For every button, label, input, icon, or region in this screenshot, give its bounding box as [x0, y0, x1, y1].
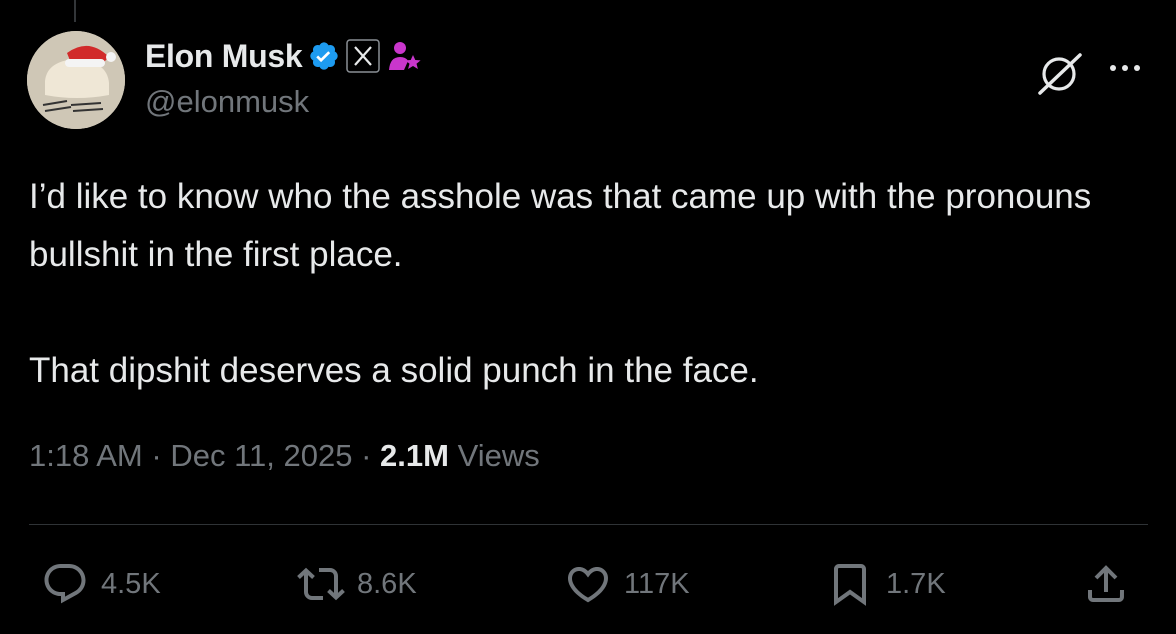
avatar-image: [27, 31, 125, 129]
tweet-actions-bar: 4.5K 8.6K 117K 1.7K: [0, 556, 1176, 612]
reply-count: 4.5K: [101, 567, 161, 600]
verified-checkmark-icon[interactable]: [308, 40, 340, 72]
tweet-paragraph: That dipshit deserves a solid punch in t…: [29, 351, 759, 390]
share-button[interactable]: [1082, 556, 1130, 612]
meta-separator: ·: [151, 438, 162, 473]
tweet-text: I’d like to know who the asshole was tha…: [29, 168, 1149, 400]
heart-icon: [567, 567, 609, 603]
like-count: 117K: [624, 567, 690, 600]
repost-count: 8.6K: [357, 567, 417, 600]
avatar[interactable]: [27, 31, 125, 129]
reply-icon: [44, 564, 86, 604]
bookmark-icon: [834, 564, 866, 606]
divider: [29, 524, 1148, 525]
reply-button[interactable]: 4.5K: [41, 556, 161, 612]
views-count[interactable]: 2.1M: [380, 438, 449, 473]
bookmark-button[interactable]: 1.7K: [826, 556, 946, 612]
share-icon: [1088, 565, 1124, 602]
views-label[interactable]: Views: [458, 438, 540, 473]
tweet-time[interactable]: 1:18 AM: [29, 438, 143, 473]
more-dots-icon[interactable]: [1106, 56, 1146, 85]
like-button[interactable]: 117K: [564, 556, 690, 612]
repost-button[interactable]: 8.6K: [297, 556, 417, 612]
repost-icon: [297, 567, 345, 601]
author-display-name[interactable]: Elon Musk: [145, 38, 303, 75]
tweet-metadata: 1:18 AM · Dec 11, 2025 · 2.1M Views: [29, 438, 540, 474]
bookmark-count: 1.7K: [886, 567, 946, 600]
tweet-date[interactable]: Dec 11, 2025: [170, 438, 352, 473]
tweet-paragraph: I’d like to know who the asshole was tha…: [29, 177, 1092, 274]
user-star-icon[interactable]: [386, 38, 422, 74]
author-handle[interactable]: @elonmusk: [145, 84, 309, 120]
thread-connector-line: [74, 0, 76, 22]
meta-separator: ·: [361, 438, 372, 473]
grok-icon[interactable]: [1036, 52, 1086, 101]
x-logo-icon[interactable]: [346, 39, 381, 73]
author-name-row: Elon Musk: [145, 34, 422, 78]
